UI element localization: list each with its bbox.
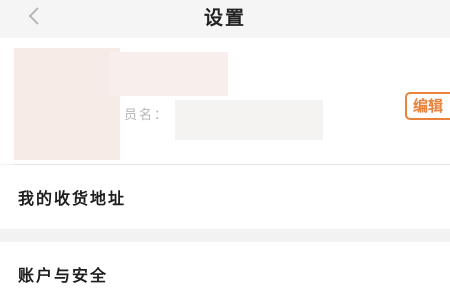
- profile-card: 员名： 编辑: [0, 38, 450, 164]
- settings-item-label: 账户与安全: [18, 266, 109, 285]
- nav-bar: 设置: [0, 0, 450, 38]
- settings-item-account-security[interactable]: 账户与安全: [0, 242, 450, 300]
- username-blurred: [110, 52, 228, 96]
- avatar[interactable]: [14, 48, 120, 160]
- settings-item-address[interactable]: 我的收货地址: [0, 165, 450, 229]
- member-name-label: 员名：: [124, 108, 170, 123]
- member-name-value-blurred: [175, 100, 323, 140]
- page-title: 设置: [203, 7, 246, 29]
- settings-item-label: 我的收货地址: [18, 189, 127, 208]
- edit-profile-button[interactable]: 编辑: [405, 92, 450, 120]
